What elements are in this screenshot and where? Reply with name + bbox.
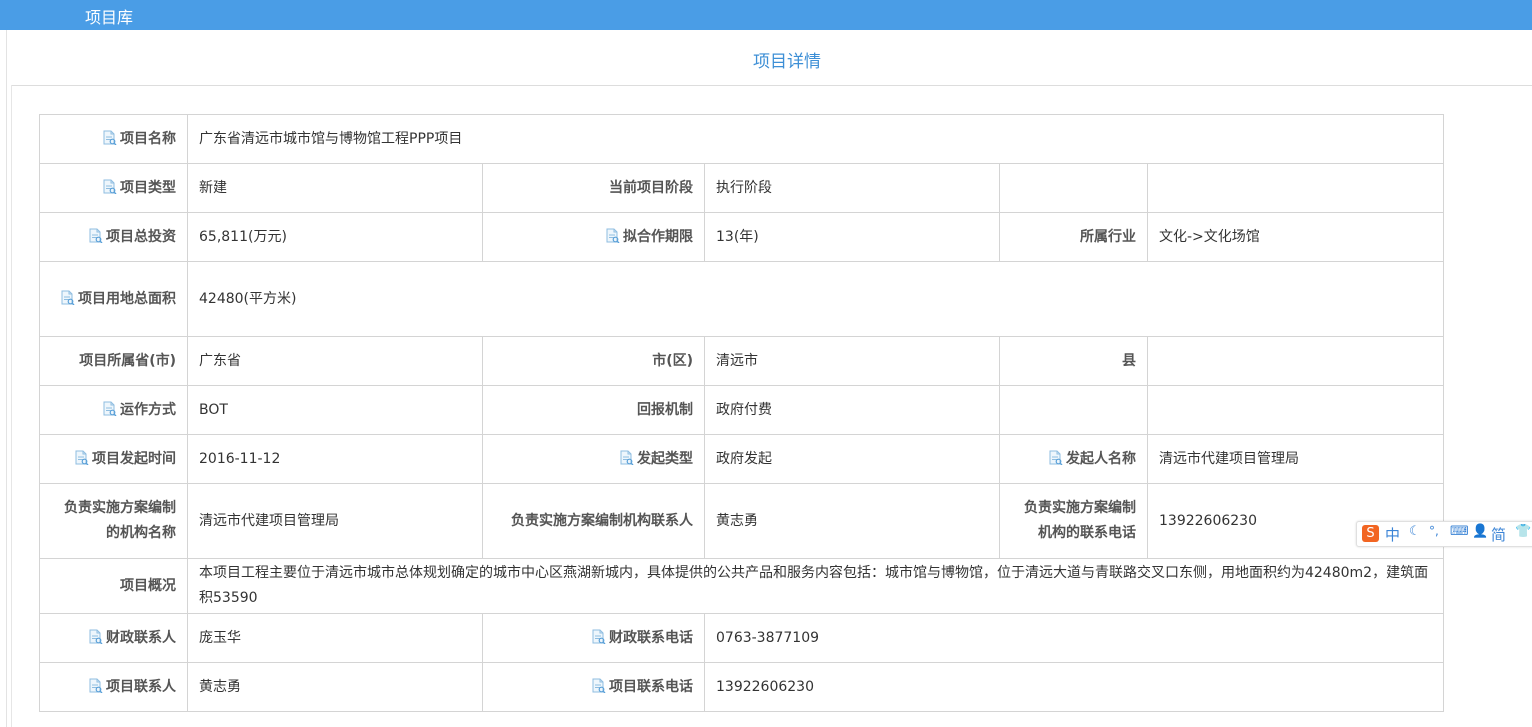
table-row: 财政联系人 庞玉华 财政联系电话 0763-3877109 — [39, 613, 1444, 663]
plan-phone-label: 负责实施方案编制机构的联系电话 — [999, 483, 1148, 559]
ime-simplified[interactable]: 简 — [1491, 524, 1506, 545]
table-row: 项目概况 本项目工程主要位于清远市城市总体规划确定的城市中心区燕湖新城内，具体提… — [39, 558, 1444, 614]
table-row: 负责实施方案编制的机构名称 清远市代建项目管理局 负责实施方案编制机构联系人 黄… — [39, 483, 1444, 559]
inner-panel-border — [11, 85, 12, 727]
overview-label: 项目概况 — [39, 558, 188, 614]
launch-date-label: 项目发起时间 — [39, 434, 188, 484]
page-title: 项目详情 — [753, 52, 821, 72]
project-name-value: 广东省清远市城市馆与博物馆工程PPP项目 — [187, 114, 1444, 164]
county-value — [1147, 336, 1444, 386]
project-phone-value: 13922606230 — [704, 662, 1444, 712]
county-label: 县 — [999, 336, 1148, 386]
keyboard-icon[interactable]: ⌨ — [1450, 524, 1469, 539]
document-icon — [88, 629, 103, 644]
empty-cell — [1147, 385, 1444, 435]
land-area-label: 项目用地总面积 — [39, 261, 188, 337]
return-label: 回报机制 — [482, 385, 705, 435]
investment-label: 项目总投资 — [39, 212, 188, 262]
ime-toolbar[interactable]: S 中 ☾ °, ⌨ 👤 简 👕 — [1356, 521, 1532, 547]
ime-chinese-mode[interactable]: 中 — [1385, 524, 1400, 545]
project-type-label: 项目类型 — [39, 163, 188, 213]
table-row: 项目发起时间 2016-11-12 发起类型 政府发起 发起人名称 清远市代建项… — [39, 434, 1444, 484]
document-icon — [619, 450, 634, 465]
document-icon — [102, 401, 117, 416]
table-row: 项目联系人 黄志勇 项目联系电话 13922606230 — [39, 662, 1444, 712]
document-icon — [88, 678, 103, 693]
project-contact-value: 黄志勇 — [187, 662, 483, 712]
document-icon — [60, 290, 75, 305]
plan-org-value: 清远市代建项目管理局 — [187, 483, 483, 559]
launch-date-value: 2016-11-12 — [187, 434, 483, 484]
project-detail-table: 项目名称 广东省清远市城市馆与博物馆工程PPP项目 项目类型 新建 当前项目阶段… — [39, 114, 1444, 712]
table-row: 项目类型 新建 当前项目阶段 执行阶段 — [39, 163, 1444, 213]
finance-phone-label: 财政联系电话 — [482, 613, 705, 663]
period-value: 13(年) — [704, 212, 1000, 262]
shirt-icon[interactable]: 👕 — [1515, 524, 1531, 539]
industry-label: 所属行业 — [999, 212, 1148, 262]
empty-cell — [1147, 163, 1444, 213]
operation-label: 运作方式 — [39, 385, 188, 435]
finance-contact-value: 庞玉华 — [187, 613, 483, 663]
project-contact-label: 项目联系人 — [39, 662, 188, 712]
initiator-label: 发起人名称 — [999, 434, 1148, 484]
table-row: 运作方式 BOT 回报机制 政府付费 — [39, 385, 1444, 435]
project-phone-label: 项目联系电话 — [482, 662, 705, 712]
province-value: 广东省 — [187, 336, 483, 386]
finance-phone-value: 0763-3877109 — [704, 613, 1444, 663]
moon-icon[interactable]: ☾ — [1409, 524, 1421, 539]
launch-type-label: 发起类型 — [482, 434, 705, 484]
table-row: 项目总投资 65,811(万元) 拟合作期限 13(年) 所属行业 文化->文化… — [39, 212, 1444, 262]
document-icon — [591, 629, 606, 644]
empty-cell — [999, 385, 1148, 435]
initiator-value: 清远市代建项目管理局 — [1147, 434, 1444, 484]
return-value: 政府付费 — [704, 385, 1000, 435]
document-icon — [605, 228, 620, 243]
project-name-label: 项目名称 — [39, 114, 188, 164]
land-area-value: 42480(平方米) — [187, 261, 1444, 337]
operation-value: BOT — [187, 385, 483, 435]
sogou-logo-icon[interactable]: S — [1362, 525, 1379, 542]
project-stage-label: 当前项目阶段 — [482, 163, 705, 213]
investment-value: 65,811(万元) — [187, 212, 483, 262]
plan-contact-value: 黄志勇 — [704, 483, 1000, 559]
header-title: 项目库 — [85, 8, 134, 27]
plan-contact-label: 负责实施方案编制机构联系人 — [482, 483, 705, 559]
document-icon — [102, 179, 117, 194]
document-icon — [102, 130, 117, 145]
table-row: 项目用地总面积 42480(平方米) — [39, 261, 1444, 337]
finance-contact-label: 财政联系人 — [39, 613, 188, 663]
heading-divider — [11, 85, 1532, 86]
plan-org-label: 负责实施方案编制的机构名称 — [39, 483, 188, 559]
punctuation-icon[interactable]: °, — [1429, 524, 1439, 538]
project-type-value: 新建 — [187, 163, 483, 213]
user-icon[interactable]: 👤 — [1472, 524, 1488, 539]
province-label: 项目所属省(市) — [39, 336, 188, 386]
project-stage-value: 执行阶段 — [704, 163, 1000, 213]
document-icon — [1048, 450, 1063, 465]
industry-value: 文化->文化场馆 — [1147, 212, 1444, 262]
document-icon — [74, 450, 89, 465]
city-value: 清远市 — [704, 336, 1000, 386]
empty-cell — [999, 163, 1148, 213]
top-bar: 项目库 — [0, 0, 1532, 30]
document-icon — [88, 228, 103, 243]
table-row: 项目所属省(市) 广东省 市(区) 清远市 县 — [39, 336, 1444, 386]
overview-value: 本项目工程主要位于清远市城市总体规划确定的城市中心区燕湖新城内，具体提供的公共产… — [187, 558, 1444, 614]
city-label: 市(区) — [482, 336, 705, 386]
document-icon — [591, 678, 606, 693]
launch-type-value: 政府发起 — [704, 434, 1000, 484]
period-label: 拟合作期限 — [482, 212, 705, 262]
table-row: 项目名称 广东省清远市城市馆与博物馆工程PPP项目 — [39, 114, 1444, 164]
